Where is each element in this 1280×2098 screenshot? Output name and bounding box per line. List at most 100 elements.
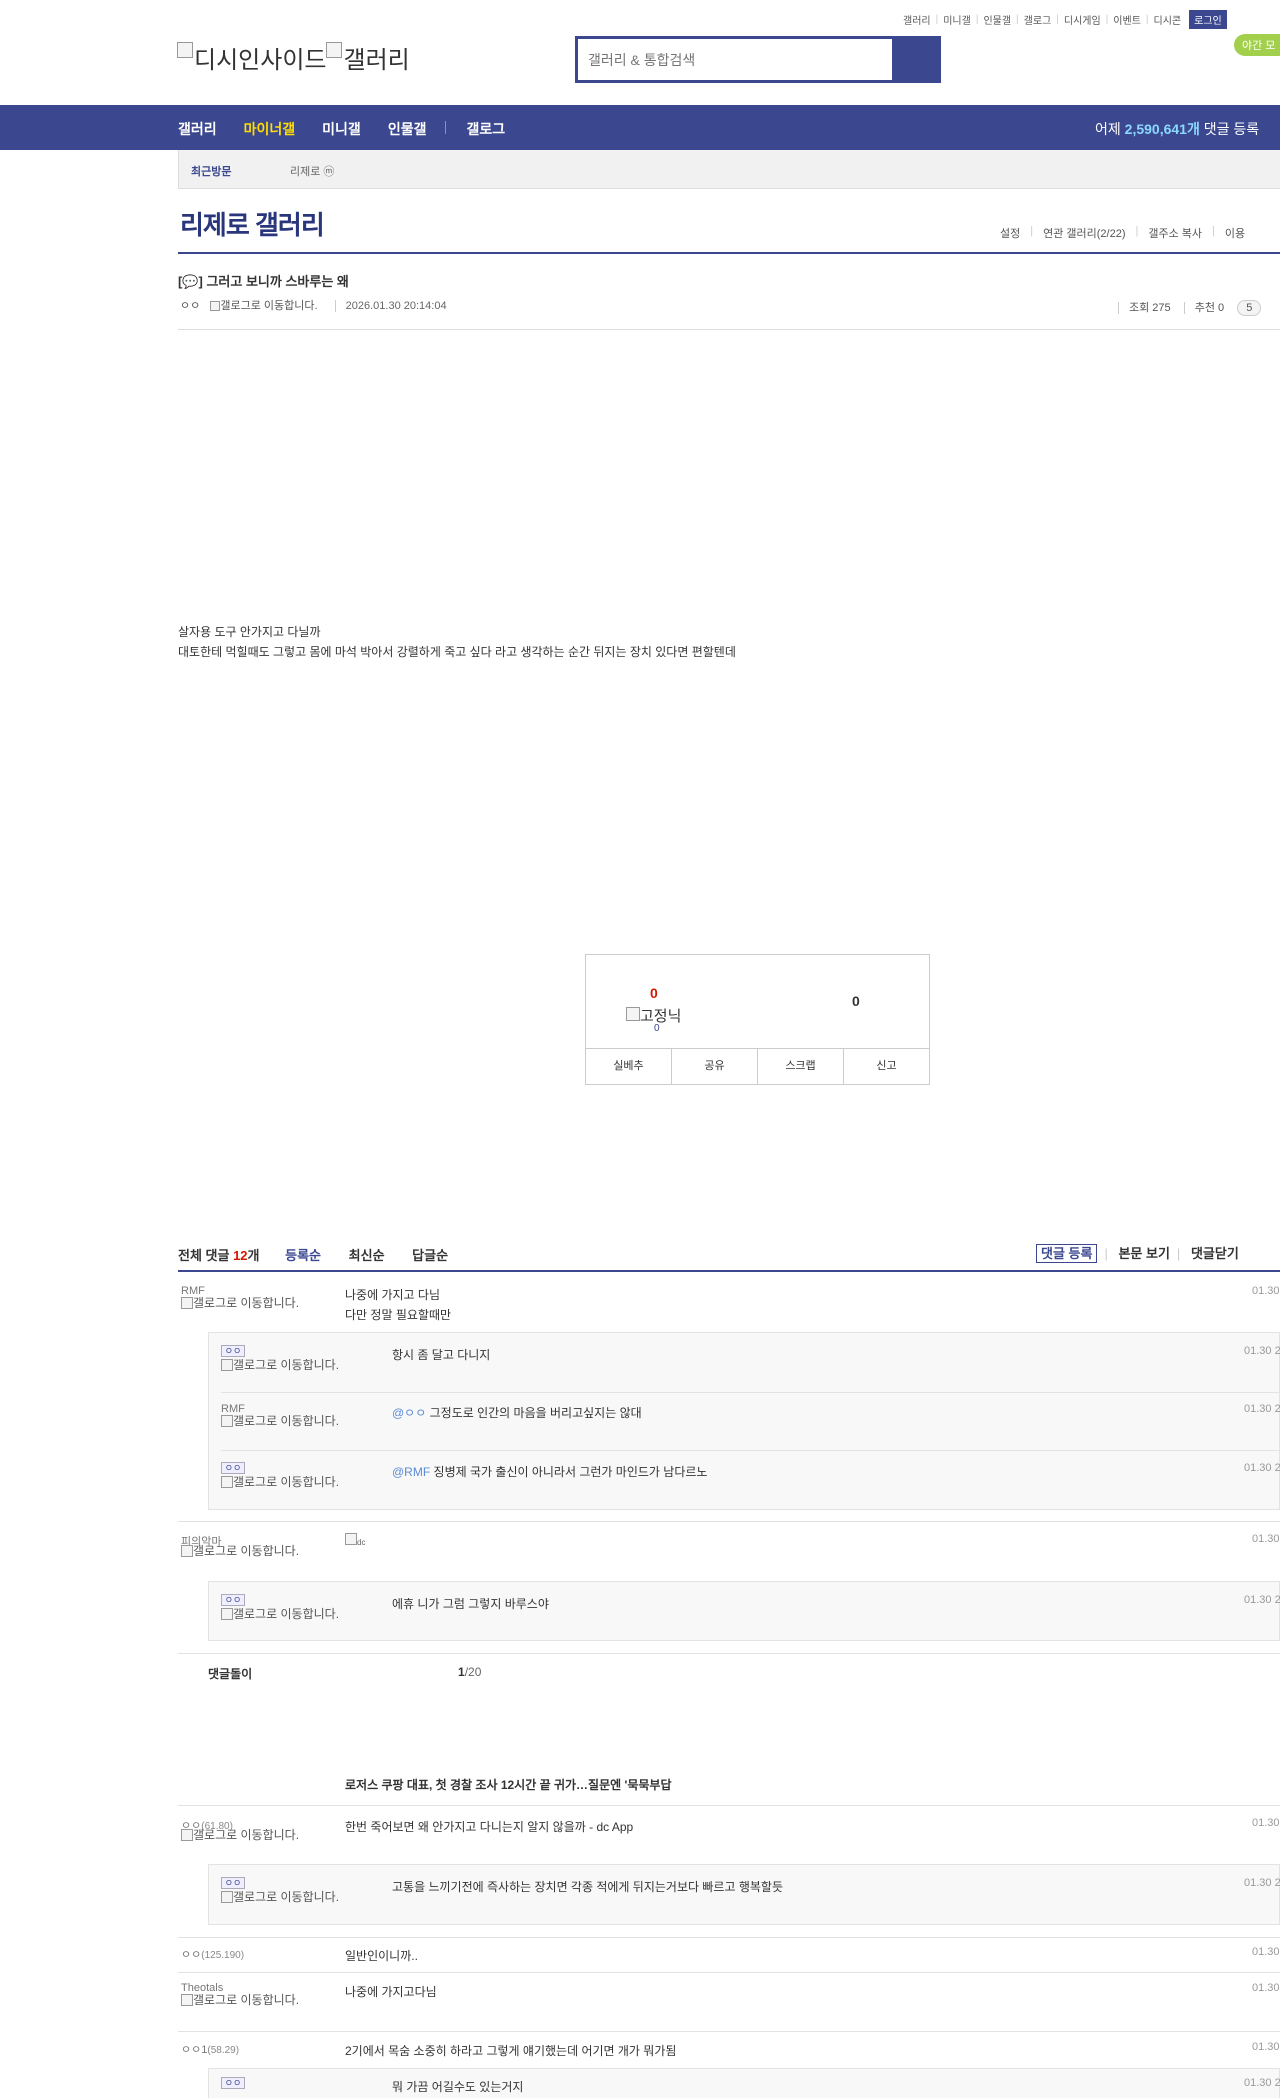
comment-divider xyxy=(178,2031,1280,2032)
top-links: 갤러리 | 미니갤 | 인물갤 | 갤로그 | 디시게임 | 이벤트 | 디시콘 로그인 xyxy=(903,10,1227,29)
gallog-link[interactable]: 갤로그로 이동합니다. xyxy=(221,1608,339,1620)
top-link-game[interactable]: 디시게임 xyxy=(1064,12,1101,27)
view-post-button[interactable]: 본문 보기 xyxy=(1118,1246,1169,1261)
search-input[interactable] xyxy=(578,39,893,80)
comment-nick[interactable]: ㅇㅇ xyxy=(221,1594,245,1606)
top-link-minigal[interactable]: 미니갤 xyxy=(943,12,971,27)
comment-nick[interactable]: ㅇㅇ(125.190) xyxy=(181,1946,244,1962)
recent-gallery-link[interactable]: 리제로 ⓜ xyxy=(290,163,334,179)
post-author[interactable]: ㅇㅇ xyxy=(180,300,200,312)
gallog-link[interactable]: 갤로그로 이동합니다. xyxy=(221,1891,339,1903)
nav-gallog[interactable]: 갤로그 xyxy=(466,119,505,139)
gallog-link[interactable]: 갤로그로 이동합니다. xyxy=(181,1297,299,1309)
fixed-nick-count: 0 xyxy=(654,1023,660,1034)
top-link-person[interactable]: 인물갤 xyxy=(983,12,1011,27)
comment-text: 나중에 가지고다님 xyxy=(345,1985,437,1999)
gallery-settings-link[interactable]: 설정 xyxy=(1000,225,1020,241)
close-comments-button[interactable]: 댓글닫기 xyxy=(1191,1246,1239,1261)
gallog-link[interactable]: 갤로그로 이동합니다. xyxy=(221,1415,339,1427)
nav-minor-gallery[interactable]: 마이너갤 xyxy=(244,119,296,139)
fixed-nick-text: 고정닉 xyxy=(640,1008,682,1025)
post-body-line: 대토한테 먹힐때도 그렇고 몸에 마석 박아서 강렬하게 죽고 싶다 라고 생각… xyxy=(178,645,736,659)
recommend-box: 0 고정닉 0 0 실베추 공유 스크랩 신고 xyxy=(585,954,930,1085)
comment-nick[interactable]: ㅇㅇ1(58.29) xyxy=(181,2041,239,2057)
post-recommend: 추천 0 xyxy=(1183,302,1225,314)
related-gallery-link[interactable]: 연관 갤러리(2/22) xyxy=(1043,225,1125,241)
comment-nick[interactable]: ㅇㅇ xyxy=(221,1877,245,1889)
gallog-link[interactable]: 갤로그로 이동합니다. xyxy=(221,1359,339,1371)
comment-register-button[interactable]: 댓글 등록 xyxy=(1036,1244,1098,1263)
comment-count-pill[interactable]: 5 xyxy=(1237,300,1262,316)
recent-visit-label: 최근방문 xyxy=(191,166,232,178)
post-views: 조회 275 xyxy=(1118,302,1171,314)
post-divider xyxy=(178,329,1280,330)
logo-alt-text: 디시인사이드 xyxy=(194,47,327,74)
comment-nick[interactable]: ㅇㅇ xyxy=(221,2077,245,2089)
usage-link[interactable]: 이용 xyxy=(1225,225,1245,241)
comment-divider xyxy=(178,1972,1280,1973)
site-logo[interactable]: 디시인사이드 갤러리 xyxy=(177,40,410,75)
top-link-gallog[interactable]: 갤로그 xyxy=(1024,12,1052,27)
best-recommend-button[interactable]: 실베추 xyxy=(586,1049,672,1084)
sort-registered[interactable]: 등록순 xyxy=(285,1248,321,1263)
stat-value: 2,590,641개 xyxy=(1124,121,1200,137)
mention[interactable]: @ㅇㅇ xyxy=(392,1406,426,1420)
gallery-menu: 설정 | 연관 갤러리(2/22) | 갤주소 복사 | 이용 xyxy=(1000,225,1246,241)
comment-time: 01.30 2 xyxy=(1244,1594,1280,1606)
comment-time: 01.30 xyxy=(1252,1533,1280,1545)
comment-text: @ㅇㅇ 그정도로 인간의 마음을 버리고싶지는 않대 xyxy=(392,1406,642,1420)
comment-time: 01.30 2 xyxy=(1244,1877,1280,1889)
gallog-link[interactable]: 갤로그로 이동합니다. xyxy=(220,300,317,312)
mention[interactable]: @RMF xyxy=(392,1465,430,1479)
reply-list: ㅇㅇ 뭐 가끔 어길수도 있는거지 01.30 2 xyxy=(208,2068,1280,2098)
top-link-gallery[interactable]: 갤러리 xyxy=(903,12,931,27)
main-nav: 갤러리 마이너갤 미니갤 인물갤 갤로그 어제 2,590,641개 댓글 등록 xyxy=(0,105,1280,150)
page-indicator[interactable]: 1/20 xyxy=(458,1665,481,1679)
top-link-event[interactable]: 이벤트 xyxy=(1113,12,1141,27)
comment-divider xyxy=(178,1805,1280,1806)
all-comments-label: 전체 댓글 xyxy=(178,1248,230,1263)
sort-latest[interactable]: 최신순 xyxy=(349,1248,385,1263)
broken-image-icon xyxy=(221,1359,233,1371)
comment-text: 2기에서 목숨 소중히 하라고 그렇게 얘기했는데 어기면 개가 뭐가됨 xyxy=(345,2044,677,2058)
reply-list: ㅇㅇ 갤로그로 이동합니다. 고통을 느끼기전에 즉사하는 장치면 각종 적에게… xyxy=(208,1864,1280,1925)
top-link-dccon[interactable]: 디시콘 xyxy=(1154,12,1182,27)
search-button[interactable] xyxy=(892,39,938,80)
downvote-count[interactable]: 0 xyxy=(852,993,860,1009)
comment-bot-pager: 댓글돌이 1/20 xyxy=(208,1665,481,1682)
comment-nick[interactable]: ㅇㅇ xyxy=(221,1462,245,1474)
comment-time: 01.30 2 xyxy=(1244,2077,1280,2089)
night-mode-button[interactable]: 야간 모 xyxy=(1234,34,1280,56)
broken-image-icon xyxy=(177,42,193,58)
nav-divider xyxy=(445,121,447,134)
gallery-title[interactable]: 리제로 갤러리 xyxy=(180,205,325,242)
dccon-image-icon xyxy=(345,1533,357,1545)
nav-gallery[interactable]: 갤러리 xyxy=(178,119,217,139)
broken-image-icon xyxy=(181,1829,193,1841)
gallog-link[interactable]: 갤로그로 이동합니다. xyxy=(181,1994,299,2006)
broken-image-icon xyxy=(221,1476,233,1488)
nav-mini-gallery[interactable]: 미니갤 xyxy=(322,119,361,139)
upvote-count[interactable]: 0 xyxy=(650,985,658,1001)
recent-visit-bar: 최근방문 리제로 ⓜ xyxy=(178,150,1280,189)
comment-line: 다만 정말 필요할때만 xyxy=(345,1308,452,1322)
post-meta: ㅇㅇ 갤로그로 이동합니다. 2026.01.30 20:14:04 xyxy=(180,297,447,313)
broken-image-icon xyxy=(326,42,343,58)
stat-prefix: 어제 xyxy=(1095,121,1121,137)
gallog-link[interactable]: 갤로그로 이동합니다. xyxy=(181,1829,299,1841)
share-button[interactable]: 공유 xyxy=(672,1049,758,1084)
comment-text: 한번 죽어보면 왜 안가지고 다니는지 알지 않을까 - dc App xyxy=(345,1820,634,1834)
news-headline[interactable]: 로저스 쿠팡 대표, 첫 경찰 조사 12시간 끝 귀가…질문엔 '묵묵부답 xyxy=(345,1776,672,1793)
gallog-link[interactable]: 갤로그로 이동합니다. xyxy=(221,1476,339,1488)
copy-address-link[interactable]: 갤주소 복사 xyxy=(1148,225,1202,241)
comment-time: 01.30 2 xyxy=(1244,1462,1280,1474)
sort-replies[interactable]: 답글순 xyxy=(412,1248,448,1263)
gallog-link[interactable]: 갤로그로 이동합니다. xyxy=(181,1545,299,1557)
comment-divider xyxy=(178,1653,1280,1654)
login-button[interactable]: 로그인 xyxy=(1189,10,1227,29)
comment-nick[interactable]: ㅇㅇ xyxy=(221,1345,245,1357)
report-button[interactable]: 신고 xyxy=(844,1049,929,1084)
nav-person-gallery[interactable]: 인물갤 xyxy=(388,119,427,139)
scrap-button[interactable]: 스크랩 xyxy=(758,1049,844,1084)
